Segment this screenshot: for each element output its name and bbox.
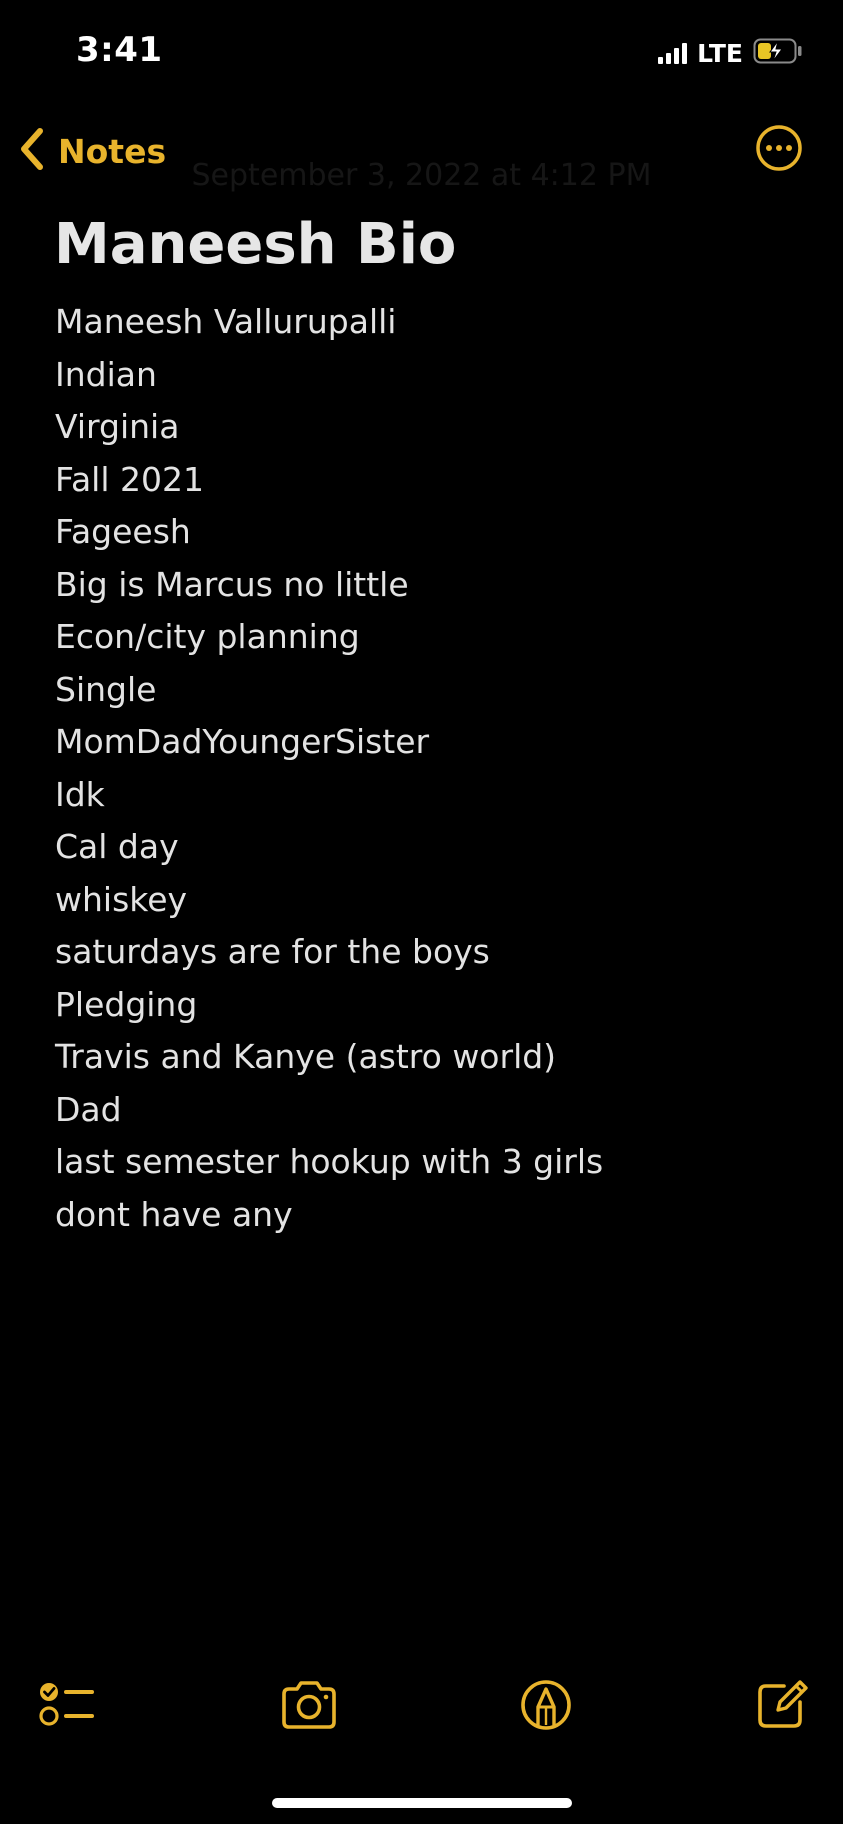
compose-button[interactable]	[748, 1672, 814, 1738]
note-line: Econ/city planning	[55, 617, 360, 656]
compose-icon	[748, 1680, 814, 1742]
note-line: saturdays are for the boys	[55, 932, 490, 971]
note-line: Maneesh Vallurupalli	[55, 302, 397, 341]
note-line: Idk	[55, 774, 105, 814]
status-time: 3:41	[76, 30, 163, 70]
note-title[interactable]: Maneesh Bio	[54, 212, 456, 277]
note-line: Indian	[55, 354, 157, 394]
note-line: MomDadYoungerSister	[55, 722, 430, 761]
note-line: last semester hookup with 3 girls	[55, 1142, 604, 1181]
markup-button[interactable]	[513, 1672, 579, 1738]
network-type: LTE	[697, 38, 743, 68]
note-line: dont have any	[55, 1194, 293, 1234]
checklist-icon	[34, 1683, 100, 1742]
note-line: Pledging	[55, 984, 198, 1024]
camera-icon	[276, 1681, 342, 1742]
note-line: Travis and Kanye (astro world)	[55, 1037, 557, 1076]
note-line: Single	[55, 669, 157, 709]
home-indicator[interactable]	[272, 1798, 572, 1808]
bottom-toolbar	[0, 1672, 843, 1738]
note-line: Big is Marcus no little	[55, 564, 409, 604]
note-date: September 3, 2022 at 4:12 PM	[191, 158, 652, 193]
note-line: Dad	[55, 1089, 122, 1129]
note-body[interactable]: Maneesh Vallurupalli Indian Virginia Fal…	[55, 296, 603, 1241]
note-line: Fall 2021	[55, 459, 204, 499]
status-indicators: LTE	[658, 38, 803, 68]
note-line: Cal day	[55, 827, 179, 866]
note-line: Fageesh	[55, 512, 191, 551]
markup-icon	[513, 1680, 579, 1742]
note-line: Virginia	[55, 407, 180, 446]
note-line: whiskey	[55, 879, 188, 919]
cellular-signal-icon	[658, 42, 688, 64]
checklist-button[interactable]	[34, 1672, 100, 1738]
battery-charging-icon	[753, 38, 803, 68]
camera-button[interactable]	[276, 1672, 342, 1738]
status-bar: 3:41 LTE	[0, 0, 843, 100]
